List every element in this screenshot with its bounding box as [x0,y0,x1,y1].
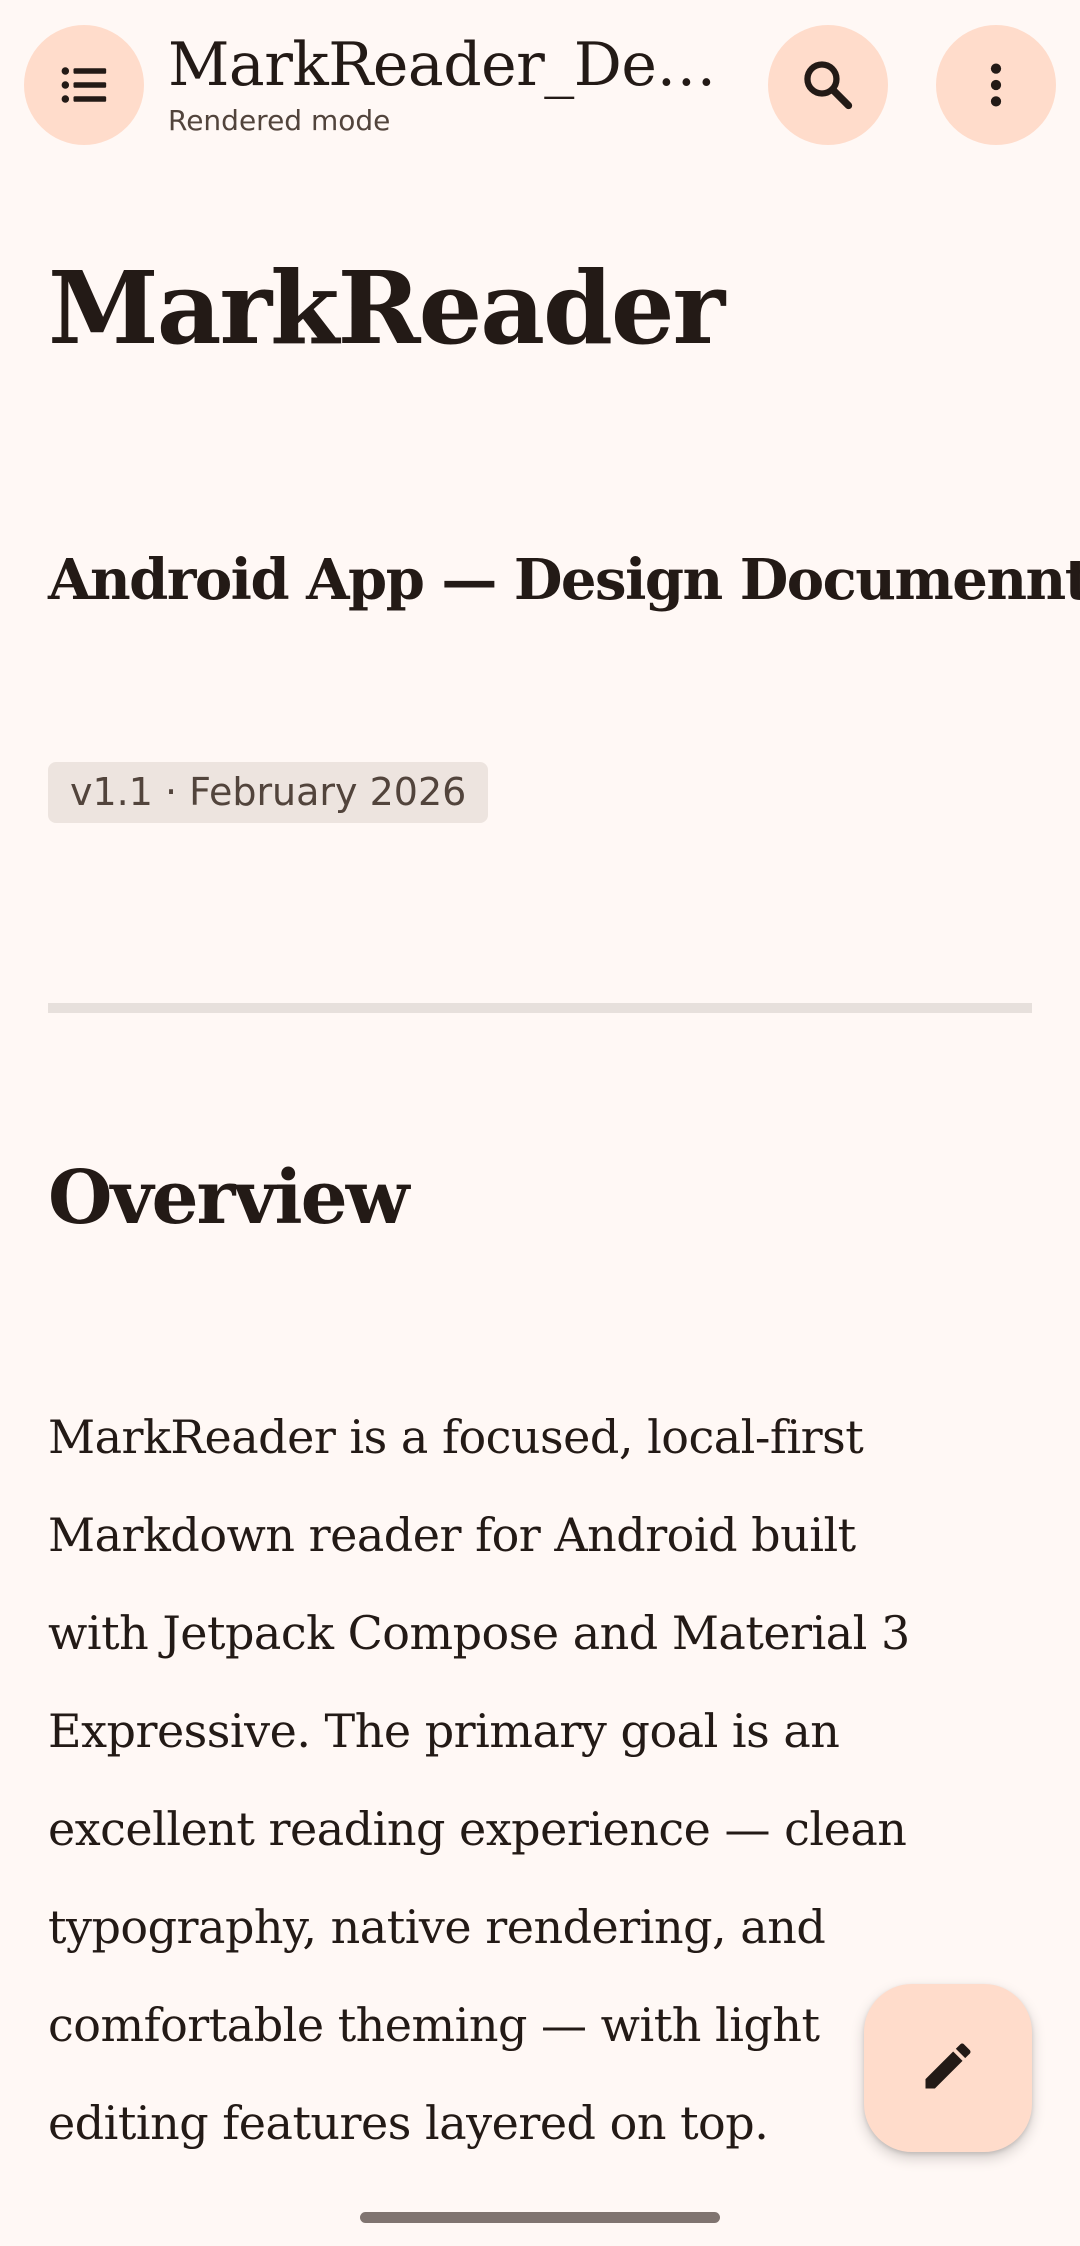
overview-paragraph: MarkReader is a focused, local-first Mar… [48,1410,910,2150]
title-block: MarkReader_Desi… Rendered mode [168,30,728,138]
heading-1: MarkReader [48,249,725,367]
mode-label: Rendered mode [168,104,391,137]
top-app-bar: MarkReader_Desi… Rendered mode [0,0,1080,172]
search-button[interactable] [768,25,888,145]
document-title: MarkReader_Desi… [168,30,728,100]
version-inline-code: v1.1 · February 2026 [48,762,489,823]
more-options-button[interactable] [936,25,1056,145]
edit-fab[interactable] [864,1984,1032,2152]
list-icon [56,57,112,113]
section-heading-overview: Overview [48,1155,409,1241]
gesture-navigation-handle[interactable] [360,2212,720,2223]
horizontal-rule [48,1003,1032,1013]
heading-subtitle: Android App — Design Documennt [48,547,1080,613]
search-icon [799,56,857,114]
outline-menu-button[interactable] [24,25,144,145]
more-vert-icon [968,57,1024,113]
edit-pencil-icon [918,2036,978,2100]
